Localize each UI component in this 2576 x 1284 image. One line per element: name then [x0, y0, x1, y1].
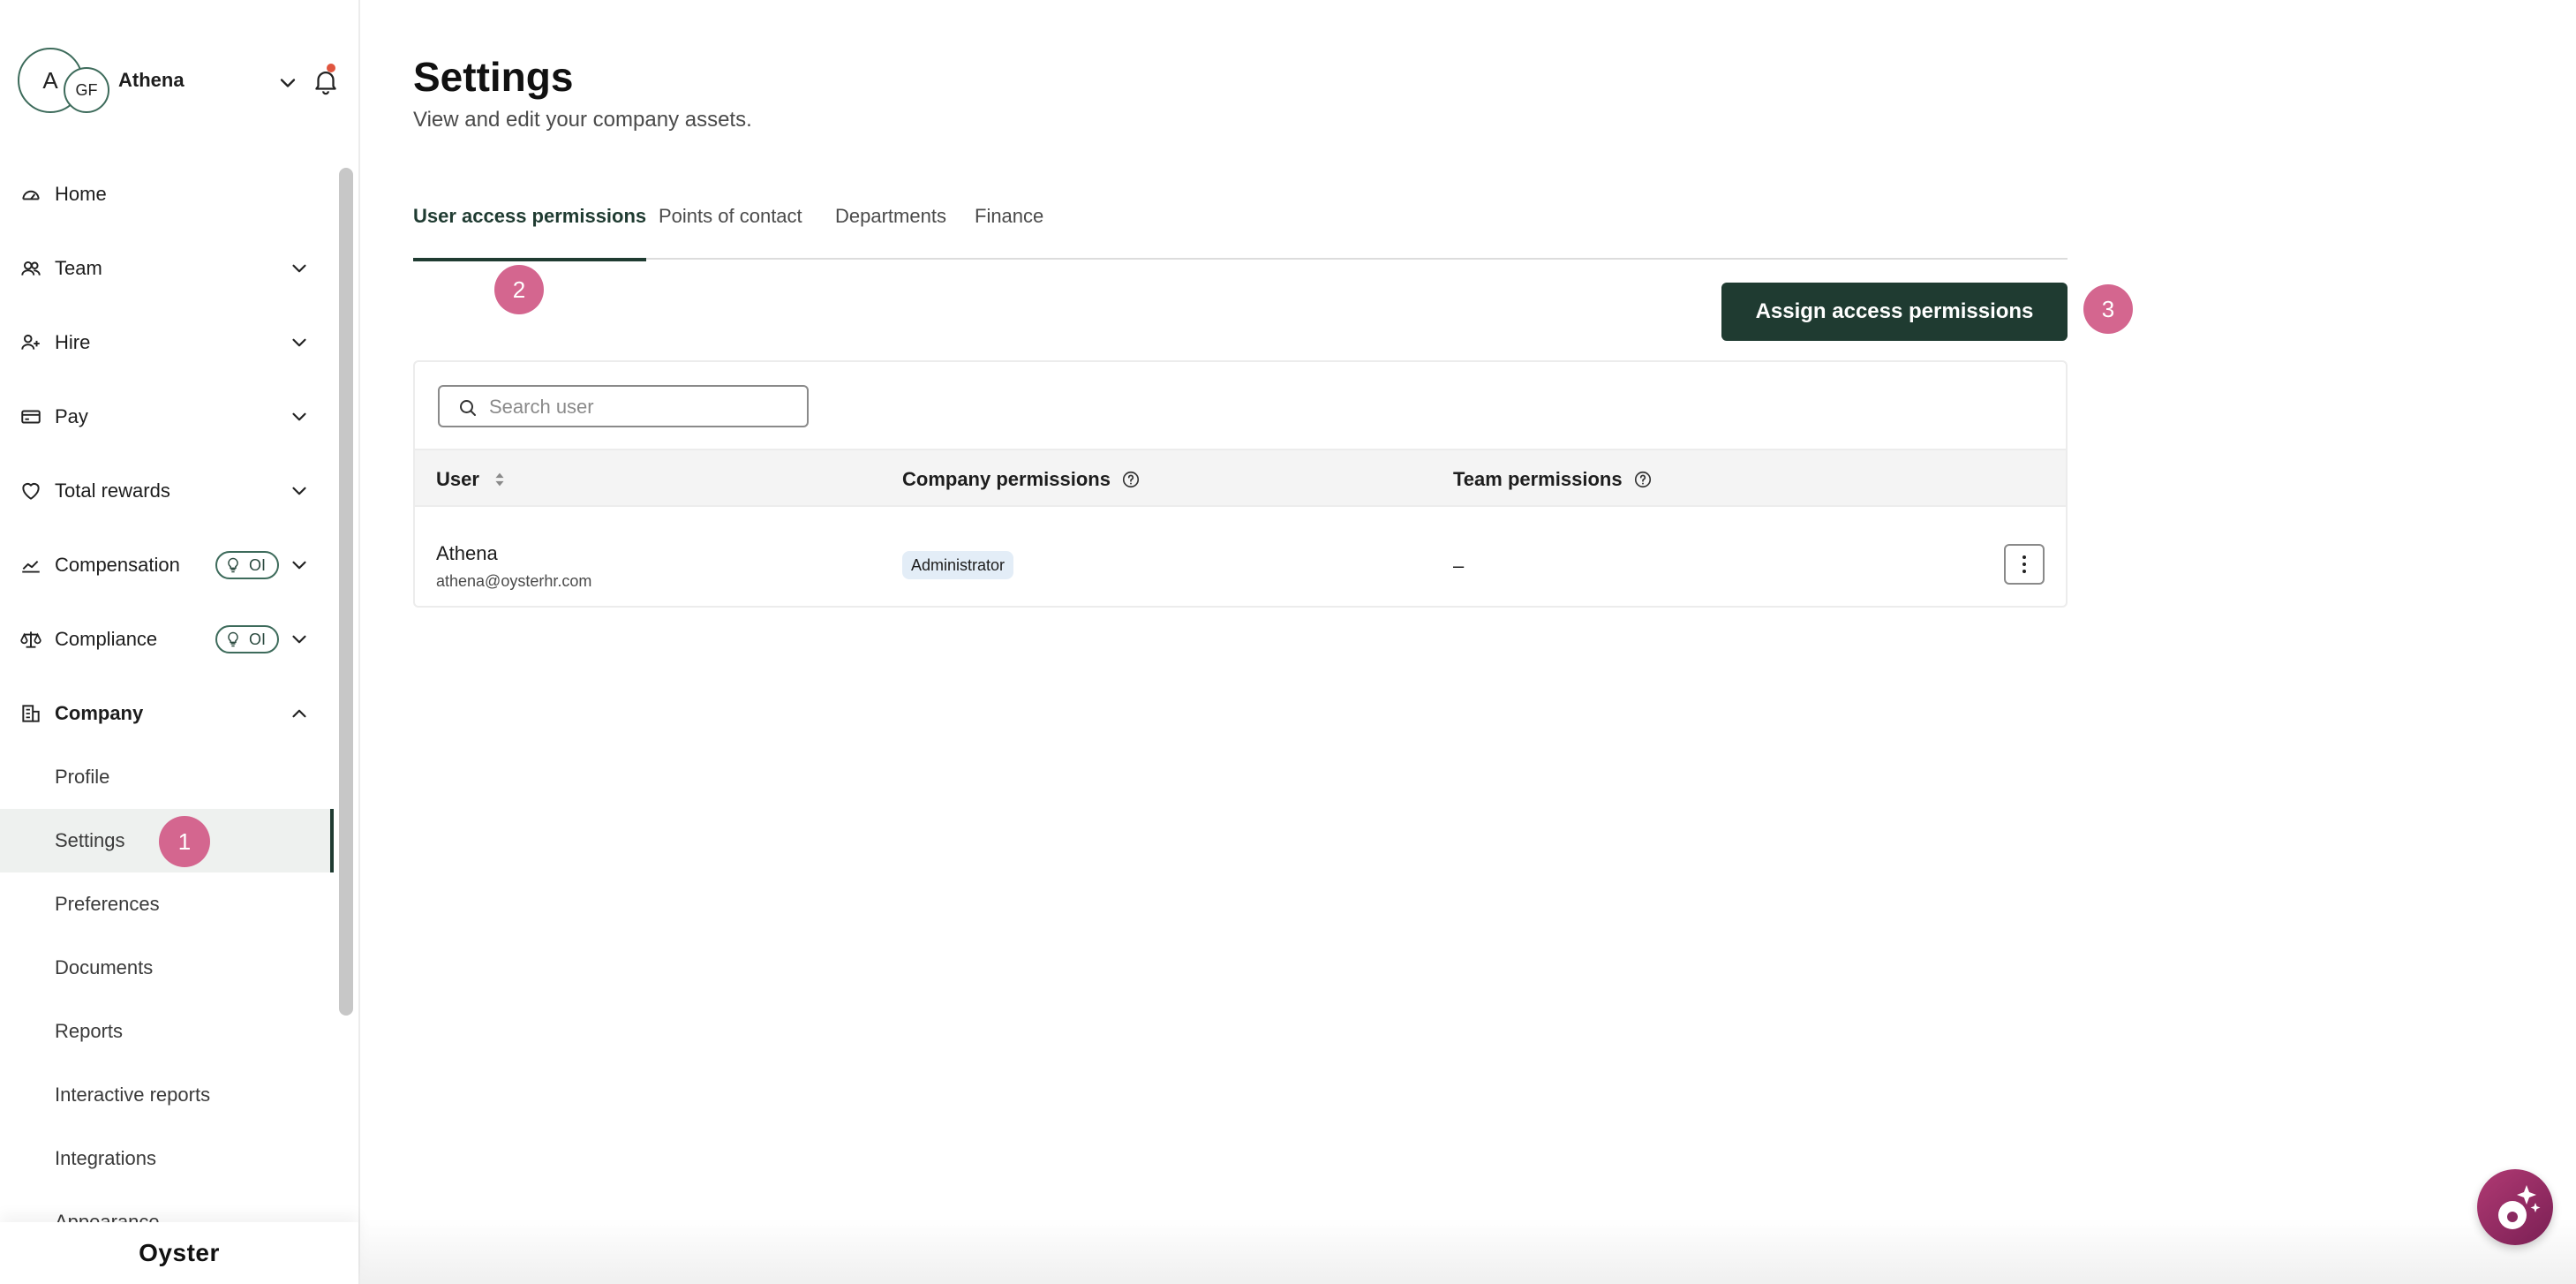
chart-icon [22, 560, 40, 573]
sparkle-chat-icon [2498, 1185, 2541, 1229]
bell-icon[interactable] [311, 65, 341, 97]
insights-badge: OI [215, 551, 279, 579]
sidebar-item-label: Settings [55, 829, 125, 851]
column-header-team-permissions: Team permissions [1453, 468, 1653, 491]
lightbulb-icon [228, 631, 238, 647]
column-header-label: User [436, 468, 479, 490]
tab-points-of-contact[interactable]: Points of contact [659, 205, 802, 260]
chevron-up-icon [292, 709, 306, 718]
sidebar-item-total-rewards[interactable]: Total rewards [0, 459, 334, 523]
sort-icon[interactable] [490, 470, 509, 489]
company-avatar: GF [64, 67, 109, 113]
chevron-down-icon [292, 487, 306, 495]
sidebar: A GF Athena Home Team Hire Pay Total rew… [0, 0, 360, 1284]
tab-departments[interactable]: Departments [835, 205, 946, 260]
search-icon [460, 400, 476, 416]
page-title: Settings [413, 54, 574, 100]
badge-label: OI [249, 555, 267, 574]
user-name: Athena [436, 542, 498, 564]
sidebar-item-pay[interactable]: Pay [0, 385, 334, 449]
sidebar-subitem-integrations[interactable]: Integrations [0, 1127, 334, 1190]
account-switcher[interactable]: A GF Athena [18, 48, 344, 115]
sidebar-item-label: Team [55, 257, 102, 279]
chevron-down-icon [292, 561, 306, 570]
heart-icon [22, 482, 40, 500]
sidebar-footer: Oyster [0, 1222, 358, 1284]
sidebar-item-team[interactable]: Team [0, 237, 334, 300]
sidebar-item-label: Preferences [55, 893, 160, 915]
step-marker-1: 1 [159, 816, 210, 867]
column-header-user[interactable]: User [436, 468, 509, 491]
building-icon [22, 705, 40, 722]
settings-tabs: User access permissions Points of contac… [413, 193, 2068, 261]
chevron-down-icon [292, 338, 306, 347]
sidebar-subitem-profile[interactable]: Profile [0, 745, 334, 809]
sidebar-item-hire[interactable]: Hire [0, 311, 334, 374]
notification-dot [327, 64, 335, 72]
chevron-down-icon [292, 264, 306, 273]
column-header-label: Company permissions [902, 468, 1111, 490]
chevron-down-icon [292, 635, 306, 644]
user-email: athena@oysterhr.com [436, 572, 592, 590]
search-input[interactable] [489, 394, 798, 420]
sidebar-item-label: Total rewards [55, 480, 170, 502]
insights-badge: OI [215, 625, 279, 653]
tab-user-access-permissions[interactable]: User access permissions [413, 205, 647, 261]
sidebar-item-label: Integrations [55, 1147, 156, 1169]
sidebar-item-label: Reports [55, 1020, 124, 1042]
column-header-company-permissions: Company permissions [902, 468, 1141, 491]
search-field[interactable] [438, 385, 809, 427]
oyster-logo: Oyster [139, 1239, 220, 1266]
assign-access-permissions-button[interactable]: Assign access permissions [1721, 283, 2068, 341]
more-vertical-icon [2022, 555, 2026, 573]
sidebar-item-label: Hire [55, 331, 91, 353]
page-subtitle: View and edit your company assets. [413, 108, 752, 132]
bottom-fade [360, 1219, 2576, 1284]
tab-finance[interactable]: Finance [975, 205, 1043, 260]
home-gauge-icon [22, 190, 40, 200]
sidebar-item-compliance[interactable]: Compliance OI [0, 608, 334, 671]
assistant-launcher-button[interactable] [2477, 1169, 2553, 1245]
sidebar-subitem-documents[interactable]: Documents [0, 936, 334, 1000]
team-permission-value: – [1453, 555, 1465, 577]
sidebar-item-compensation[interactable]: Compensation OI [0, 533, 334, 597]
sidebar-subitem-interactive-reports[interactable]: Interactive reports [0, 1063, 334, 1127]
sidebar-item-label: Pay [55, 405, 88, 427]
sidebar-scrollbar-thumb[interactable] [339, 168, 353, 1016]
sidebar-item-label: Interactive reports [55, 1084, 211, 1106]
sidebar-item-label: Company [55, 702, 144, 724]
chevron-down-icon[interactable] [275, 71, 300, 95]
sidebar-item-label: Profile [55, 766, 110, 788]
sidebar-item-label: Compliance [55, 628, 158, 650]
user-plus-icon [21, 334, 40, 350]
step-marker-2: 2 [494, 265, 544, 314]
help-circle-icon[interactable] [1121, 470, 1141, 489]
sidebar-subitem-reports[interactable]: Reports [0, 1000, 334, 1063]
chevron-down-icon [292, 412, 306, 421]
company-permission-badge: Administrator [902, 551, 1014, 579]
row-actions-button[interactable] [2004, 544, 2045, 585]
permissions-panel: User Company permissions Team permi [413, 360, 2068, 608]
step-marker-3: 3 [2083, 284, 2133, 334]
scale-icon [20, 631, 41, 648]
sidebar-item-label: Documents [55, 956, 154, 978]
sidebar-item-label: Home [55, 183, 107, 205]
sidebar-item-label: Compensation [55, 554, 180, 576]
sidebar-subitem-preferences[interactable]: Preferences [0, 872, 334, 936]
lightbulb-icon [228, 557, 238, 573]
sidebar-item-home[interactable]: Home [0, 162, 334, 226]
column-header-label: Team permissions [1453, 468, 1623, 490]
card-icon [21, 410, 41, 424]
badge-label: OI [249, 630, 267, 648]
table-header: User Company permissions Team permission… [415, 449, 2066, 507]
sidebar-item-company[interactable]: Company [0, 682, 334, 745]
help-circle-icon[interactable] [1633, 470, 1653, 489]
team-icon [21, 261, 41, 276]
app-window: A GF Athena Home Team Hire Pay Total rew… [0, 0, 2576, 1284]
account-name: Athena [118, 69, 185, 91]
table-row: Athena athena@oysterhr.com Administrator… [415, 507, 2066, 606]
